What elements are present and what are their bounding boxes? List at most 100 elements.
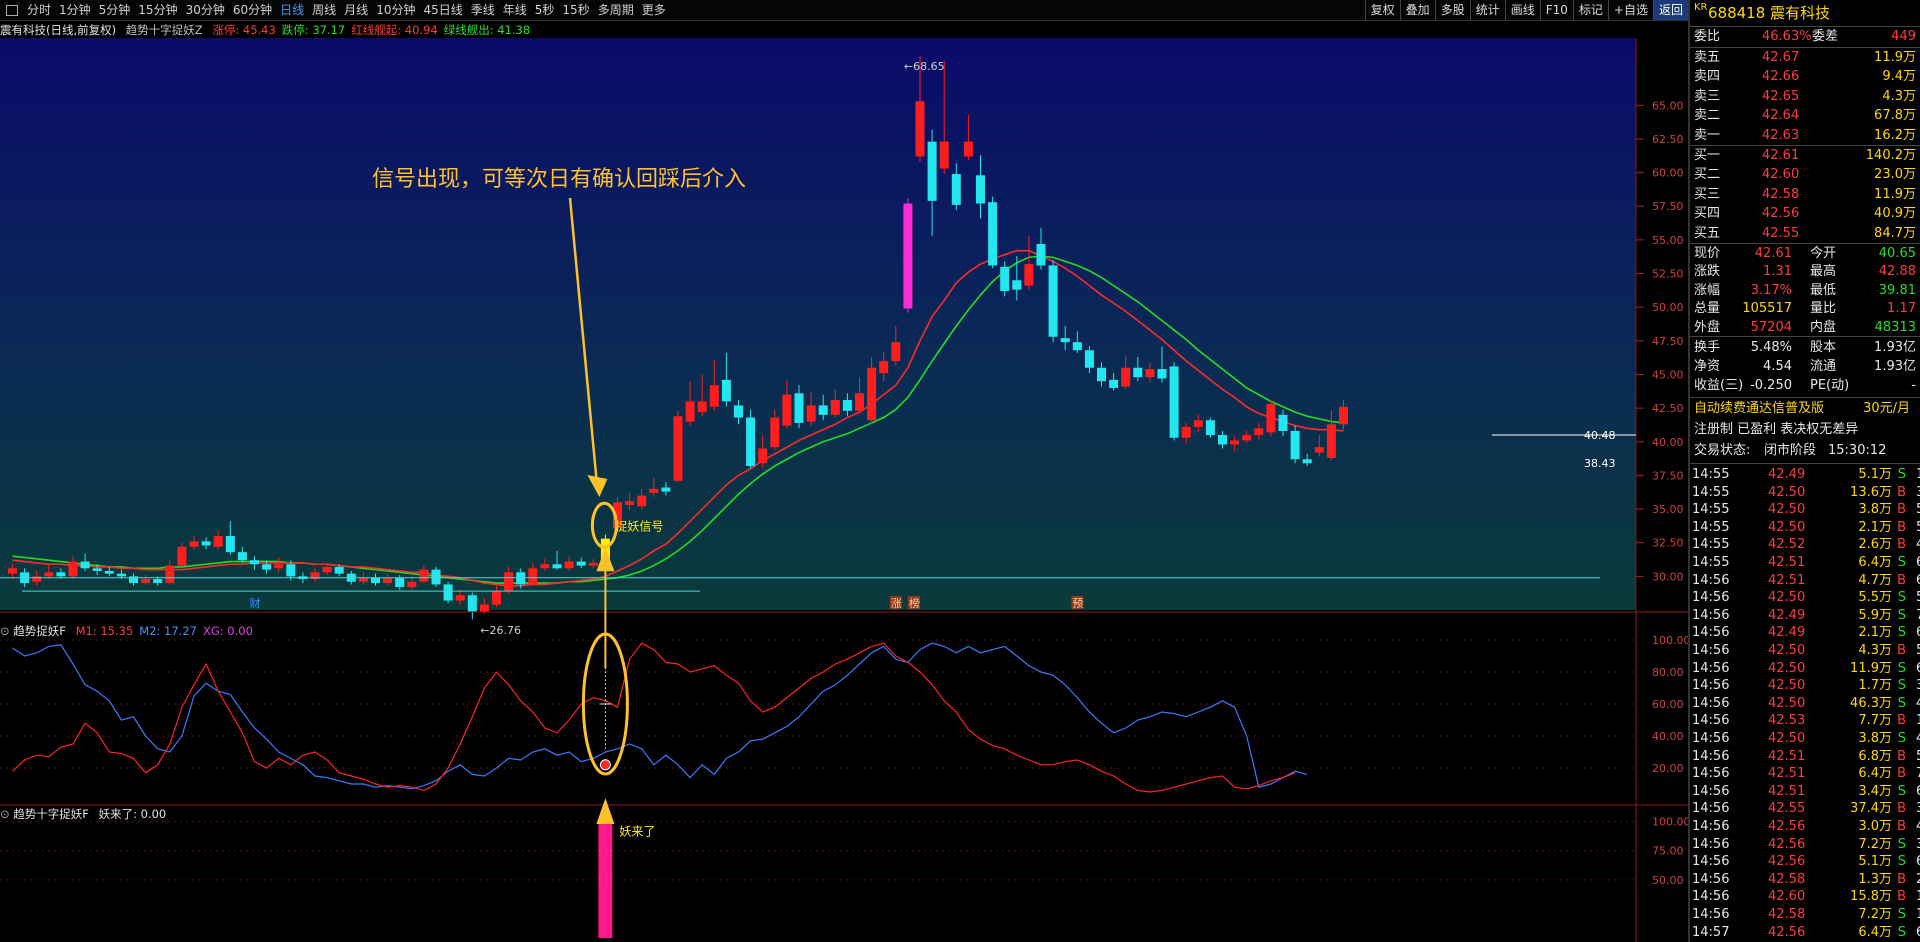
event-marker[interactable]: 涨 <box>891 597 902 610</box>
period-tab[interactable]: 更多 <box>638 0 670 20</box>
menu-icon[interactable] <box>6 4 18 16</box>
trade-row[interactable]: 14:56 42.50 5.5万 S5 <box>1692 589 1920 607</box>
trade-row[interactable]: 14:56 42.50 1.7万 S3 <box>1692 677 1920 695</box>
toolbar-button[interactable]: F10 <box>1539 0 1573 20</box>
trade-row[interactable]: 14:56 42.53 7.7万 B 11 <box>1692 712 1920 730</box>
toolbar-button[interactable]: +自选 <box>1607 0 1653 20</box>
trade-row[interactable]: 14:55 42.50 2.1万 B5 <box>1692 519 1920 537</box>
trade-count: 6 <box>1916 660 1920 678</box>
period-tab[interactable]: 45日线 <box>419 0 466 20</box>
order-book-row[interactable]: 卖四 42.66 9.4万 <box>1692 68 1920 86</box>
toolbar-button[interactable]: 多股 <box>1434 0 1470 20</box>
period-tab[interactable]: 10分钟 <box>372 0 419 20</box>
trade-row[interactable]: 14:56 42.49 2.1万 S6 <box>1692 624 1920 642</box>
order-book-row[interactable]: 买五 42.55 84.7万 <box>1692 225 1920 243</box>
event-marker[interactable]: 榜 <box>909 596 920 610</box>
trade-count: 5 <box>1916 589 1920 607</box>
toolbar-button[interactable]: 返回 <box>1652 0 1688 20</box>
event-marker[interactable]: 财 <box>250 596 261 610</box>
trade-row[interactable]: 14:55 42.52 2.6万 B4 <box>1692 536 1920 554</box>
period-tab[interactable]: 30分钟 <box>182 0 229 20</box>
trade-row[interactable]: 14:56 42.51 4.7万 B6 <box>1692 572 1920 590</box>
trade-price: 42.50 <box>1768 695 1806 711</box>
trade-row[interactable]: 14:56 42.55 37.4万 B 32 <box>1692 800 1920 818</box>
toolbar-button[interactable]: 标记 <box>1572 0 1608 20</box>
period-tab[interactable]: 1分钟 <box>55 0 95 20</box>
trade-row[interactable]: 14:57 42.56 6.4万 S6 <box>1692 924 1920 942</box>
order-book-row[interactable]: 买二 42.60 23.0万 <box>1692 166 1920 184</box>
order-price: 42.65 <box>1762 88 1800 104</box>
candle-body <box>1218 435 1227 445</box>
toolbar-button[interactable]: 叠加 <box>1399 0 1435 20</box>
yao-title[interactable]: 趋势十字捉妖F <box>13 807 89 821</box>
period-tab[interactable]: 日线 <box>276 0 308 20</box>
trade-row[interactable]: 14:56 42.51 6.4万 B7 <box>1692 765 1920 783</box>
stat-value: -0.250 <box>1750 378 1792 393</box>
trade-time: 14:56 <box>1692 836 1730 852</box>
toolbar-button[interactable]: 画线 <box>1504 0 1540 20</box>
period-tab[interactable]: 15分钟 <box>134 0 181 20</box>
yao-axis-label: 100.00 <box>1652 816 1688 829</box>
period-tab[interactable]: 季线 <box>467 0 499 20</box>
order-book-row[interactable]: 卖二 42.64 67.8万 <box>1692 107 1920 125</box>
trade-row[interactable]: 14:55 42.51 6.4万 S6 <box>1692 554 1920 572</box>
trade-row[interactable]: 14:56 42.50 46.3万 S4 <box>1692 695 1920 713</box>
trade-volume: 6.4万 <box>1858 924 1892 940</box>
period-tab[interactable]: 周线 <box>308 0 340 20</box>
ad-price[interactable]: 30元/月 <box>1863 400 1910 418</box>
indicator-name[interactable]: 趋势十字捉妖Z <box>126 23 203 37</box>
trade-row[interactable]: 14:56 42.56 7.2万 S3 <box>1692 836 1920 854</box>
period-tab[interactable]: 多周期 <box>594 0 638 20</box>
candle-body <box>528 568 538 585</box>
order-book-row[interactable]: 买四 42.56 40.9万 <box>1692 205 1920 223</box>
toolbar-button[interactable]: 统计 <box>1469 0 1505 20</box>
trade-row[interactable]: 14:56 42.50 4.3万 B5 <box>1692 642 1920 660</box>
period-tab[interactable]: 60分钟 <box>229 0 276 20</box>
event-marker[interactable]: 预 <box>1072 597 1083 610</box>
period-tab[interactable]: 15秒 <box>558 0 593 20</box>
order-book-row[interactable]: 卖五 42.67 11.9万 <box>1692 49 1920 67</box>
trade-side: S <box>1897 924 1906 940</box>
trade-row[interactable]: 14:55 42.50 3.8万 B5 <box>1692 501 1920 519</box>
trade-row[interactable]: 14:56 42.58 1.3万 B2 <box>1692 871 1920 889</box>
trade-row[interactable]: 14:56 42.50 11.9万 S6 <box>1692 660 1920 678</box>
order-book-row[interactable]: 卖一 42.63 16.2万 <box>1692 127 1920 145</box>
osc-axis-label: 40.00 <box>1652 730 1684 743</box>
period-tab[interactable]: 年线 <box>499 0 531 20</box>
trade-row[interactable]: 14:56 42.49 5.9万 S7 <box>1692 607 1920 625</box>
trade-side: B <box>1897 819 1906 834</box>
stat-label: 最低 <box>1810 282 1837 298</box>
trade-row[interactable]: 14:56 42.51 3.4万 S6 <box>1692 783 1920 801</box>
kline-chart[interactable]: 65.00 62.50 60.00 57.50 55.00 52.50 50.00 47.50… <box>0 38 1688 942</box>
trade-row[interactable]: 14:56 42.56 3.0万 B4 <box>1692 818 1920 836</box>
osc-title[interactable]: 趋势捉妖F <box>13 624 66 638</box>
trade-row[interactable]: 14:56 42.51 6.8万 B5 <box>1692 748 1920 766</box>
trade-time: 14:56 <box>1692 731 1730 746</box>
period-tab[interactable]: 月线 <box>340 0 372 20</box>
quote-stat-row: 涨幅 3.17% 最低 39.81 <box>1692 282 1920 300</box>
period-tab[interactable]: 5分钟 <box>95 0 135 20</box>
toolbar-button[interactable]: 复权 <box>1364 0 1400 20</box>
candle-body <box>1000 266 1010 292</box>
trade-row[interactable]: 14:56 42.56 5.1万 S6 <box>1692 853 1920 871</box>
candle-body <box>867 367 877 421</box>
candle-body <box>431 569 441 585</box>
order-book-row[interactable]: 买一 42.61 140.2万 <box>1692 147 1920 165</box>
period-tab[interactable]: 分时 <box>23 0 55 20</box>
trade-time: 14:55 <box>1692 537 1730 553</box>
trade-row[interactable]: 14:56 42.50 3.8万 S4 <box>1692 730 1920 748</box>
trade-count: 1 <box>1916 906 1920 924</box>
trade-side: B <box>1897 519 1906 535</box>
osc-axis-label: 100.00 <box>1652 634 1688 647</box>
period-tab[interactable]: 5秒 <box>531 0 559 20</box>
order-book-row[interactable]: 卖三 42.65 4.3万 <box>1692 88 1920 106</box>
trade-row[interactable]: 14:55 42.49 5.1万 S1 <box>1692 466 1920 484</box>
quote-stat-row: 总量 105517 量比 1.17 <box>1692 300 1920 318</box>
quote-stat-row: 涨跌 1.31 最高 42.88 <box>1692 263 1920 281</box>
trade-row[interactable]: 14:55 42.50 13.6万 B3 <box>1692 484 1920 502</box>
trade-row[interactable]: 14:56 42.58 7.2万 S1 <box>1692 906 1920 924</box>
order-book-row[interactable]: 买三 42.58 11.9万 <box>1692 186 1920 204</box>
stat-value: 40.65 <box>1878 246 1916 261</box>
trade-row[interactable]: 14:56 42.60 15.8万 B 12 <box>1692 888 1920 906</box>
ad-text[interactable]: 自动续费通达信普及版 <box>1694 400 1824 418</box>
